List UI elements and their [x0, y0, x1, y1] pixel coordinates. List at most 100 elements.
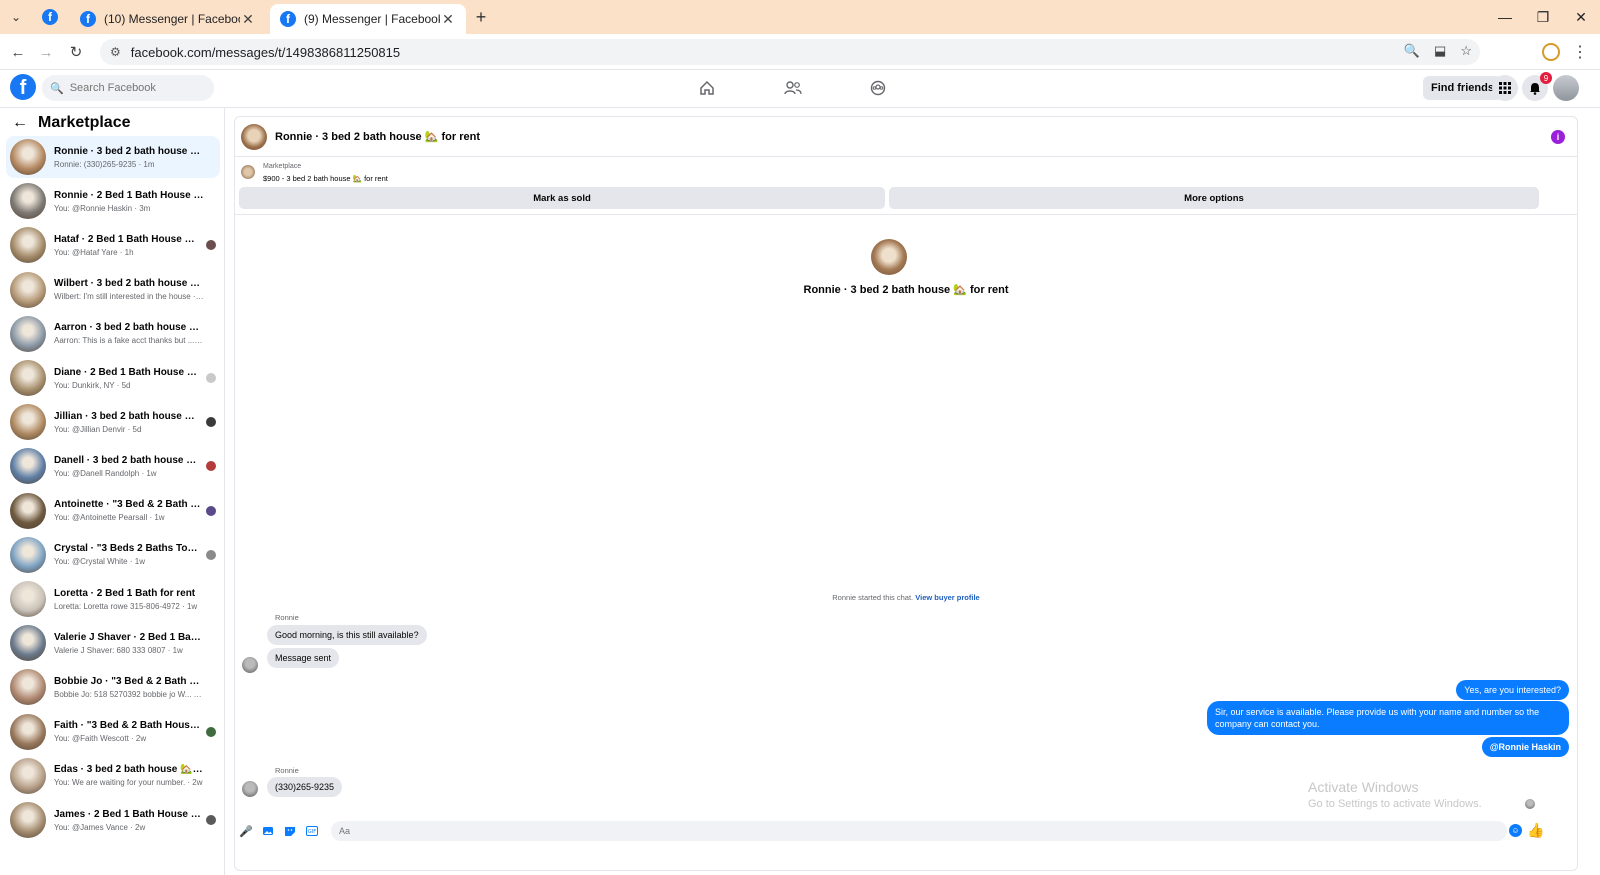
listing-title[interactable]: $900 - 3 bed 2 bath house 🏡 for rent — [263, 174, 388, 183]
back-icon[interactable]: ← — [8, 42, 28, 62]
address-bar-row: ← → ↻ ⚙ facebook.com/messages/t/14983868… — [0, 34, 1600, 70]
conversation-item[interactable]: Diane · 2 Bed 1 Bath House 🏡 F... You: Du… — [6, 357, 220, 399]
conversation-title: Ronnie · 2 Bed 1 Bath House 🏡 Fo... — [54, 189, 204, 201]
microphone-icon[interactable]: 🎤 — [239, 824, 253, 838]
listing-avatar[interactable] — [241, 123, 267, 150]
close-tab-icon[interactable]: ✕ — [240, 11, 256, 28]
incoming-message[interactable]: Message sent — [267, 648, 340, 668]
bookmark-star-icon[interactable]: ☆ — [1460, 43, 1472, 59]
conversation-title: Crystal · "3 Beds 2 Baths Townh... — [54, 543, 204, 555]
outgoing-message[interactable]: Sir, our service is available. Please pr… — [1207, 701, 1569, 735]
mark-as-sold-button[interactable]: Mark as sold — [239, 187, 885, 209]
install-app-icon[interactable]: ⬓ — [1434, 43, 1446, 59]
read-receipt-avatar — [206, 461, 216, 472]
browser-menu-icon[interactable]: ⋮ — [1572, 42, 1588, 62]
conversation-thumbnail — [10, 315, 46, 352]
conversation-item[interactable]: Valerie J Shaver · 2 Bed 1 Bath Hou... Va… — [6, 622, 220, 664]
close-window-icon[interactable]: ✕ — [1562, 0, 1600, 34]
notifications-bell-icon[interactable]: 9 — [1522, 72, 1552, 101]
conversation-item[interactable]: Aarron · 3 bed 2 bath house 🏡 for... Aarr… — [6, 313, 220, 355]
close-tab-icon[interactable]: ✕ — [440, 11, 456, 28]
sticker-icon[interactable] — [283, 824, 297, 838]
facebook-logo[interactable]: f — [10, 74, 36, 100]
listing-label: Marketplace — [263, 163, 302, 170]
message-input[interactable] — [331, 821, 1507, 841]
read-receipt-avatar — [206, 373, 216, 383]
more-options-button[interactable]: More options — [889, 187, 1539, 209]
info-icon[interactable]: i — [1551, 130, 1565, 144]
view-buyer-profile-link[interactable]: View buyer profile — [915, 593, 979, 602]
outgoing-message-mention[interactable]: @Ronnie Haskin — [1481, 737, 1569, 757]
conversation-preview: You: We are waiting for your number. · 2… — [54, 778, 203, 788]
chat-title[interactable]: Ronnie · 3 bed 2 bath house 🏡 for rent — [275, 130, 480, 143]
conversation-item[interactable]: Loretta · 2 Bed 1 Bath for rent Loretta: … — [6, 578, 220, 620]
outgoing-message[interactable]: Yes, are you interested? — [1456, 680, 1569, 700]
conversation-thumbnail — [10, 802, 46, 838]
incoming-message[interactable]: Good morning, is this still available? — [267, 625, 427, 645]
conversation-thumbnail — [10, 227, 46, 264]
url-field[interactable]: ⚙ facebook.com/messages/t/14983868112508… — [100, 39, 1480, 65]
conversation-item[interactable]: Ronnie · 3 bed 2 bath house 🏡 fo... Ronni… — [6, 136, 220, 178]
search-input[interactable] — [69, 82, 200, 94]
conversation-item[interactable]: Ronnie · 2 Bed 1 Bath House 🏡 Fo... You: … — [6, 180, 220, 222]
conversation-item[interactable]: Jillian · 3 bed 2 bath house 🏡 f... You: … — [6, 401, 220, 443]
conversation-item[interactable]: Crystal · "3 Beds 2 Baths Townh... You: @… — [6, 534, 220, 576]
conversation-thumbnail — [10, 360, 46, 396]
conversation-title: Diane · 2 Bed 1 Bath House 🏡 F... — [54, 366, 204, 378]
conversation-item[interactable]: Danell · 3 bed 2 bath house 🏡 f... You: @… — [6, 445, 220, 487]
chat-hero-avatar[interactable] — [871, 239, 907, 275]
thumbs-up-icon[interactable]: 👍 — [1527, 822, 1544, 839]
home-icon[interactable] — [695, 78, 719, 98]
conversation-text: Bobbie Jo · "3 Bed & 2 Bath House... Bobb… — [54, 676, 204, 699]
conversation-item[interactable]: James · 2 Bed 1 Bath House 🏡 F... You: @J… — [6, 799, 220, 841]
search-box[interactable]: 🔍 — [42, 75, 214, 101]
emoji-icon[interactable]: ☺ — [1509, 824, 1522, 837]
conversation-preview: You: @Ronnie Haskin · 3m — [54, 203, 151, 213]
site-settings-icon[interactable]: ⚙ — [110, 45, 121, 59]
tab-search-chevron-icon[interactable]: ⌄ — [6, 7, 26, 27]
browser-tab-1[interactable]: f (10) Messenger | Facebook ✕ — [70, 4, 266, 34]
incoming-message[interactable]: (330)265-9235 — [267, 777, 343, 797]
friends-icon[interactable] — [781, 78, 805, 98]
conversation-preview: You: @James Vance · 2w — [54, 822, 146, 832]
menu-grid-icon[interactable] — [1492, 75, 1518, 101]
restore-icon[interactable]: ❐ — [1524, 0, 1562, 34]
conversation-thumbnail — [10, 271, 46, 308]
photo-attach-icon[interactable] — [261, 824, 275, 838]
conversation-item[interactable]: Faith · "3 Bed & 2 Bath House ... You: @F… — [6, 711, 220, 753]
browser-tab-2-active[interactable]: f (9) Messenger | Facebook ✕ — [270, 4, 466, 34]
marketplace-sidebar: ← Marketplace Ronnie · 3 bed 2 bath hous… — [0, 108, 225, 875]
conversation-title: Aarron · 3 bed 2 bath house 🏡 for... — [54, 322, 204, 334]
conversation-preview: Wilbert: I'm still interested in the hou… — [54, 292, 204, 302]
conversation-item[interactable]: Edas · 3 bed 2 bath house 🏡 for r... You:… — [6, 755, 220, 797]
conversation-item[interactable]: Bobbie Jo · "3 Bed & 2 Bath House... Bobb… — [6, 666, 220, 708]
conversation-item[interactable]: Wilbert · 3 bed 2 bath house 🏡 fo... Wilb… — [6, 269, 220, 311]
gif-icon[interactable]: GIF — [305, 824, 319, 838]
conversation-title: Faith · "3 Bed & 2 Bath House ... — [54, 720, 204, 732]
account-avatar[interactable] — [1553, 75, 1579, 101]
reload-icon[interactable]: ↻ — [66, 42, 86, 62]
zoom-icon[interactable]: 🔍 — [1404, 43, 1420, 59]
conversation-item[interactable]: Hataf · 2 Bed 1 Bath House 🏡 F... You: @H… — [6, 224, 220, 266]
sender-avatar[interactable] — [242, 657, 258, 673]
conversation-title: Edas · 3 bed 2 bath house 🏡 for r... — [54, 764, 204, 776]
conversation-preview: Bobbie Jo: 518 5270392 bobbie jo W... · … — [54, 689, 204, 699]
forward-icon[interactable]: → — [36, 42, 56, 62]
sender-avatar[interactable] — [242, 781, 258, 797]
conversation-title: Valerie J Shaver · 2 Bed 1 Bath Hou... — [54, 631, 204, 643]
conversation-item[interactable]: Antoinette · "3 Bed & 2 Bath Ho... You: @… — [6, 490, 220, 532]
back-arrow-icon[interactable]: ← — [12, 114, 28, 132]
new-tab-plus-icon[interactable]: + — [470, 6, 492, 28]
conversation-text: Edas · 3 bed 2 bath house 🏡 for r... You:… — [54, 764, 204, 787]
find-friends-button[interactable]: Find friends — [1423, 76, 1502, 100]
conversation-preview: Loretta: Loretta rowe 315-806-4972 · 1w — [54, 601, 198, 611]
conversation-title: Bobbie Jo · "3 Bed & 2 Bath House... — [54, 675, 204, 687]
listing-thumbnail[interactable] — [241, 165, 255, 179]
browser-profile-icon[interactable] — [1542, 43, 1560, 61]
minimize-icon[interactable]: — — [1486, 0, 1524, 34]
pinned-tab-facebook[interactable]: f — [34, 4, 66, 30]
groups-icon[interactable] — [866, 78, 890, 98]
start-note-text: Ronnie started this chat. — [832, 593, 914, 602]
conversation-title: Hataf · 2 Bed 1 Bath House 🏡 F... — [54, 233, 204, 245]
conversation-preview: You: Dunkirk, NY · 5d — [54, 380, 131, 390]
